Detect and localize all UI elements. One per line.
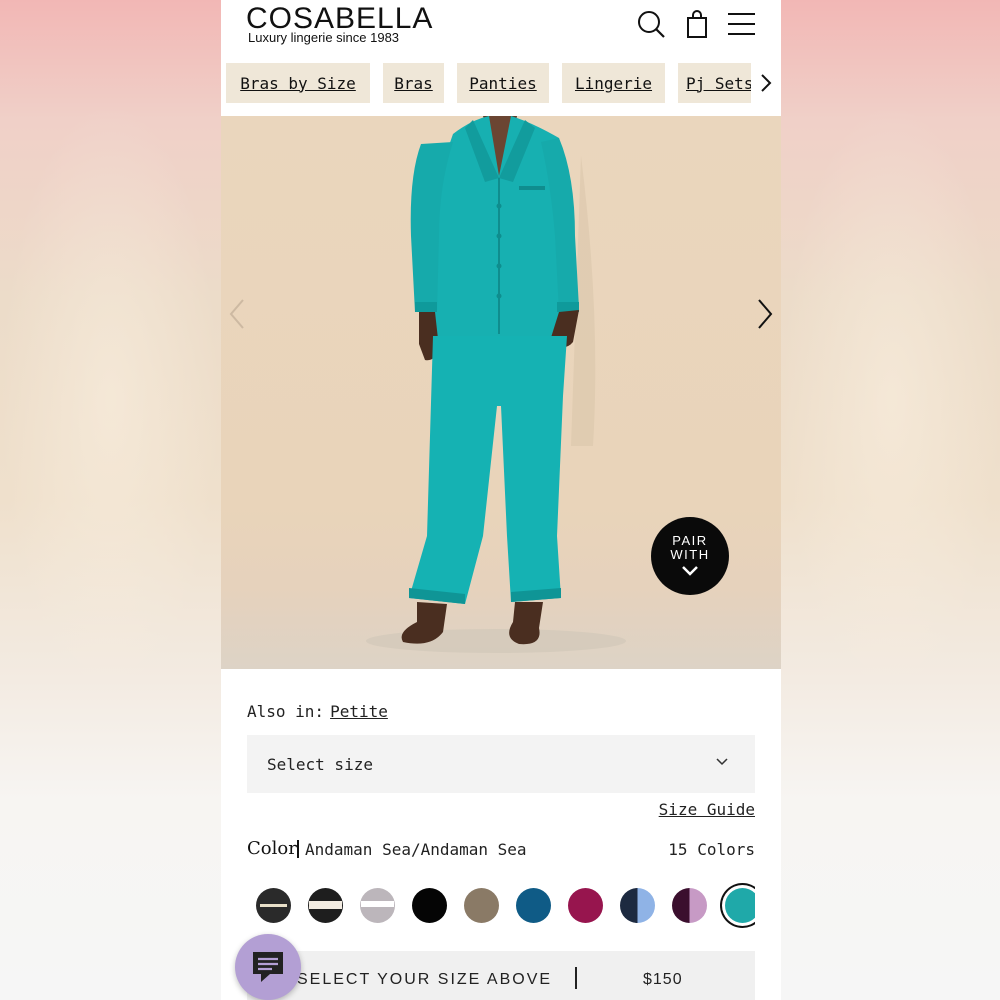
color-count: 15 Colors xyxy=(668,840,755,859)
swatch-black-white[interactable] xyxy=(308,888,343,923)
buy-divider xyxy=(575,967,577,989)
also-in: Also in: Petite xyxy=(247,702,388,721)
pair-with-label-1: PAIR xyxy=(672,533,708,548)
size-select-placeholder: Select size xyxy=(267,754,373,774)
menu-icon[interactable] xyxy=(725,8,757,40)
swatch-andaman-sea[interactable] xyxy=(725,888,755,923)
site-header: COSABELLA Luxury lingerie since 1983 xyxy=(221,0,781,58)
size-select[interactable]: Select size xyxy=(247,735,755,793)
swatch-grey-white[interactable] xyxy=(360,888,395,923)
color-swatches xyxy=(247,880,755,932)
chevron-down-icon xyxy=(682,566,698,576)
chevron-down-icon xyxy=(716,758,728,766)
chat-icon xyxy=(253,952,283,982)
color-value: Andaman Sea/Andaman Sea xyxy=(305,840,527,859)
category-lingerie[interactable]: Lingerie xyxy=(562,63,665,103)
pair-with-button[interactable]: PAIR WITH xyxy=(651,517,729,595)
swatch-magenta[interactable] xyxy=(568,888,603,923)
color-divider xyxy=(297,840,299,858)
color-row: Color Andaman Sea/Andaman Sea 15 Colors xyxy=(247,838,755,862)
chat-button[interactable] xyxy=(235,934,301,1000)
carousel-next-icon[interactable] xyxy=(749,294,779,334)
category-scroll-right-icon[interactable] xyxy=(751,63,781,103)
swatch-navy-lightblue[interactable] xyxy=(620,888,655,923)
pair-with-label-2: WITH xyxy=(670,547,710,562)
swatch-black[interactable] xyxy=(412,888,447,923)
search-icon[interactable] xyxy=(635,8,667,40)
add-to-bag-bar[interactable]: SELECT YOUR SIZE ABOVE $150 xyxy=(247,951,755,1000)
carousel-prev-icon[interactable] xyxy=(223,294,253,334)
buy-label: SELECT YOUR SIZE ABOVE xyxy=(297,971,553,988)
product-image[interactable]: PAIR WITH xyxy=(221,116,781,669)
swatch-blue[interactable] xyxy=(516,888,551,923)
also-in-label: Also in: xyxy=(247,702,325,721)
swatch-band-icon xyxy=(309,901,342,909)
swatch-stripe-icon xyxy=(260,904,287,907)
color-label: Color xyxy=(247,838,297,859)
category-bras-by-size[interactable]: Bras by Size xyxy=(226,63,370,103)
petite-link[interactable]: Petite xyxy=(330,702,388,721)
brand-tagline: Luxury lingerie since 1983 xyxy=(248,30,400,45)
size-guide-link[interactable]: Size Guide xyxy=(659,800,755,819)
product-price: $150 xyxy=(643,971,683,988)
swatch-band-icon xyxy=(361,901,394,907)
swatch-black-stripe[interactable] xyxy=(256,888,291,923)
swatch-taupe[interactable] xyxy=(464,888,499,923)
category-bras[interactable]: Bras xyxy=(383,63,444,103)
product-page: COSABELLA Luxury lingerie since 1983 Bra… xyxy=(221,0,781,1000)
bag-icon[interactable] xyxy=(681,8,713,40)
category-panties[interactable]: Panties xyxy=(457,63,549,103)
swatch-plum-mauve[interactable] xyxy=(672,888,707,923)
category-nav: Bras by Size Bras Panties Lingerie Pj Se… xyxy=(221,58,781,116)
